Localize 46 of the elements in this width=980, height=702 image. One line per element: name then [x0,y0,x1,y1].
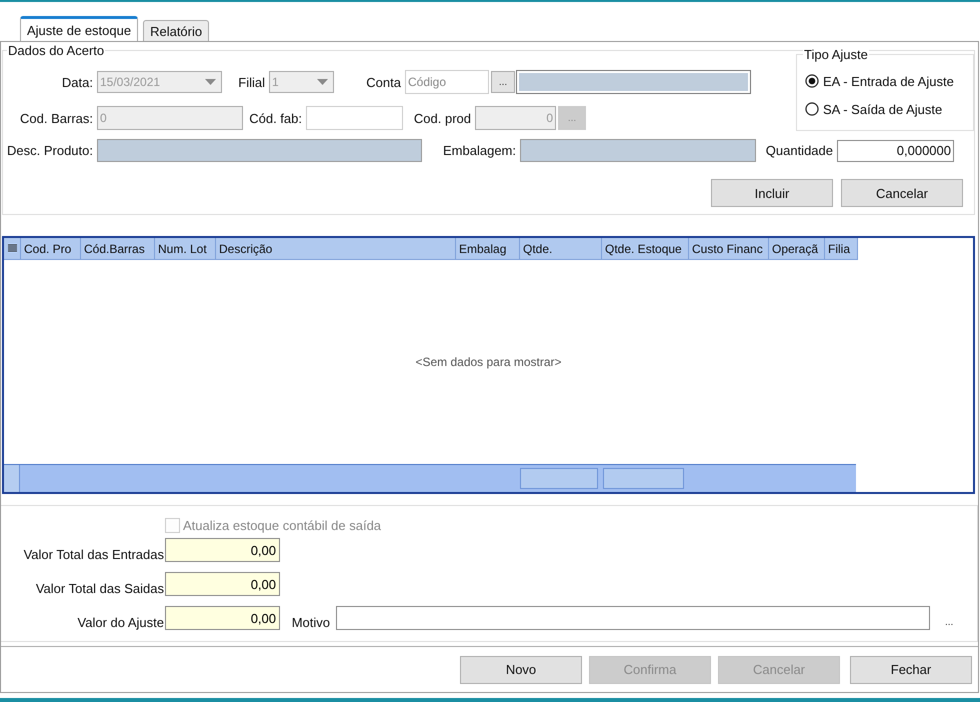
tab[interactable]: Relatório [143,20,210,41]
radio-option[interactable]: EA - Entrada de Ajuste [797,67,973,95]
column-header[interactable]: Filia [825,238,858,259]
field-label: Data: [62,74,93,90]
action-button[interactable]: Fechar [850,656,972,684]
field-label: Quantidade [766,143,833,158]
field-label: Valor do Ajuste [78,615,164,630]
column-header[interactable]: Descrição [216,238,456,259]
browse-button[interactable]: ... [491,71,515,93]
list-icon [8,244,16,253]
column-header[interactable]: Cod. Pro [21,238,81,259]
field-label: Motivo [292,615,330,630]
column-header[interactable]: Embalag [456,238,520,259]
column-header[interactable]: Cód.Barras [81,238,155,259]
total-field[interactable]: 0,00 [165,606,280,630]
field-label: Conta [366,74,401,90]
dropdown-arrow-icon [317,79,328,85]
quantity-field[interactable]: 0,000000 [837,140,954,162]
group-title: Tipo Ajuste [803,47,869,62]
tab[interactable]: Ajuste de estoque [20,16,138,41]
empty-message: <Sem dados para mostrar> [415,355,562,369]
field-label: Cód. fab: [249,110,302,126]
total-field[interactable]: 0,00 [165,538,280,562]
field-label: Filial [238,74,265,90]
radio-option[interactable]: SA - Saída de Ajuste [797,95,973,123]
column-header[interactable]: Qtde. Estoque [602,238,689,259]
reason-field[interactable] [336,606,930,630]
total-field[interactable]: 0,00 [165,572,280,596]
field-label: Valor Total das Entradas [24,547,164,562]
field-label: Desc. Produto: [7,143,93,158]
column-header[interactable]: Num. Lot [155,238,216,259]
field-label: Cod. Barras: [20,110,93,126]
column-header[interactable]: Custo Financ [689,238,769,259]
maker-code-field[interactable] [306,106,403,130]
column-header[interactable]: Qtde. [520,238,602,259]
field-label: Valor Total das Saidas [36,581,164,596]
action-button[interactable]: Novo [460,656,582,684]
column-header[interactable]: Operaçã [769,238,825,259]
field-label: Cod. prod [414,110,471,126]
dropdown-arrow-icon [205,79,216,85]
account-code-field[interactable]: Código [405,70,489,94]
field-label: Embalagem: [443,143,516,158]
group-title: Dados do Acerto [7,43,106,58]
browse-button[interactable]: ... [945,617,954,630]
action-button[interactable]: Incluir [711,179,833,207]
action-button[interactable]: Cancelar [841,179,963,207]
